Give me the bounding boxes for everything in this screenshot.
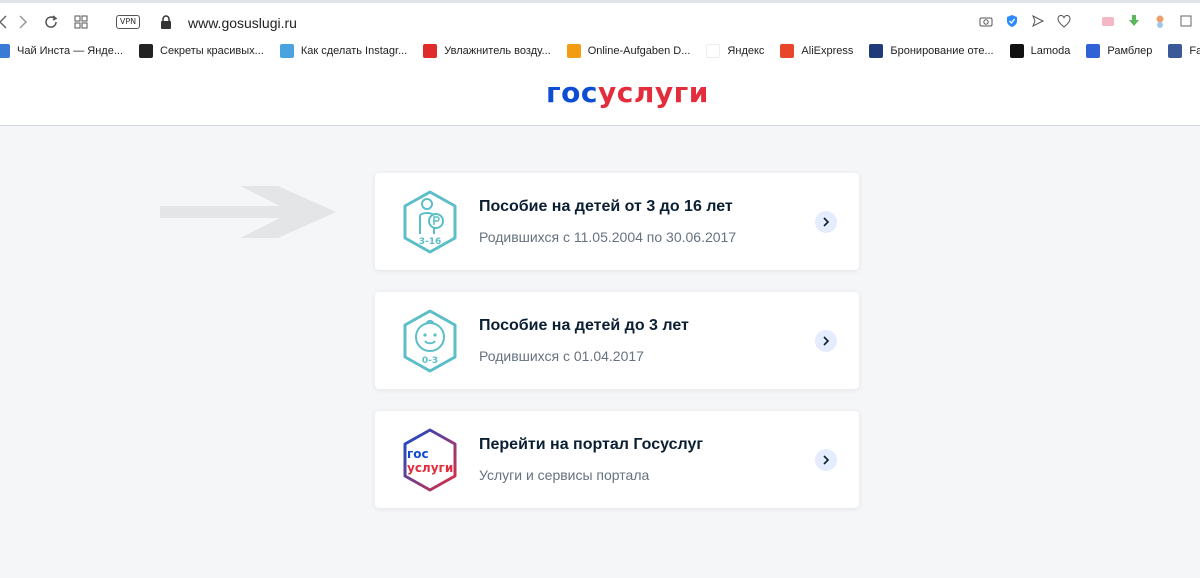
- gosuslugi-logo-icon: гос услуги: [397, 427, 463, 493]
- send-icon[interactable]: [1030, 13, 1046, 29]
- bookmark-label: Увлажнитель возду...: [444, 45, 551, 57]
- card-title: Пособие на детей от 3 до 16 лет: [479, 198, 733, 215]
- card-title: Пособие на детей до 3 лет: [479, 317, 689, 334]
- child-ruble-icon: 3-16: [397, 189, 463, 255]
- bookmark-favicon-icon: [869, 44, 884, 58]
- shield-icon[interactable]: [1004, 13, 1020, 29]
- bookmark-favicon-icon: [139, 44, 153, 58]
- bookmark-favicon-icon: [279, 44, 294, 58]
- bookmark-item[interactable]: Faceboo: [1168, 44, 1200, 58]
- bookmark-item[interactable]: Бронирование оте...: [869, 44, 994, 58]
- logo-part-uslugi: услуги: [597, 76, 709, 109]
- bookmark-label: Яндекс: [727, 45, 765, 57]
- forward-icon[interactable]: [14, 13, 32, 31]
- card-benefit-0-3[interactable]: 0-3 Пособие на детей до 3 лет Родившихся…: [375, 292, 859, 389]
- camera-icon[interactable]: [978, 13, 994, 29]
- chevron-right-icon[interactable]: [815, 449, 837, 471]
- bookmark-label: Lamoda: [1030, 45, 1071, 57]
- reload-icon[interactable]: [42, 13, 60, 31]
- bookmark-label: Секреты красивых...: [160, 45, 264, 57]
- bookmark-favicon-icon: [1009, 44, 1024, 58]
- card-portal-link[interactable]: гос услуги Перейти на портал Госуслуг Ус…: [375, 411, 859, 508]
- pointer-arrow-icon: [160, 184, 338, 245]
- card-subtitle: Услуги и сервисы портала: [479, 467, 650, 483]
- bookmark-favicon-icon: [566, 44, 581, 58]
- site-header: госуслуги: [0, 62, 1200, 126]
- card-benefit-3-16[interactable]: 3-16 Пособие на детей от 3 до 16 лет Род…: [375, 173, 859, 270]
- bookmark-label: Чай Инста — Яндe...: [17, 45, 123, 57]
- bookmarks-bar: Чай Инста — Яндe... Секреты красивых... Ка…: [0, 40, 1200, 62]
- bookmark-favicon-icon: [706, 44, 721, 58]
- bookmark-item[interactable]: Чай Инста — Яндe...: [0, 44, 123, 58]
- bookmark-label: Faceboo: [1189, 45, 1200, 57]
- card-subtitle: Родившихся с 11.05.2004 по 30.06.2017: [479, 229, 737, 245]
- bookmark-label: AliExpress: [801, 45, 854, 57]
- bookmark-label: Как сделать Instagr...: [300, 45, 408, 57]
- bookmark-item[interactable]: Online-Aufgaben D...: [566, 44, 691, 58]
- separator: [1082, 13, 1090, 29]
- card-subtitle: Родившихся с 01.04.2017: [479, 348, 644, 364]
- chevron-right-icon[interactable]: [815, 211, 837, 233]
- card-icon-text: 0-3: [422, 356, 438, 366]
- bookmark-favicon-icon: [0, 44, 10, 58]
- logo-part-gos: гос: [546, 76, 598, 109]
- lock-icon: [160, 15, 172, 29]
- menu-icon[interactable]: [1178, 13, 1194, 29]
- bookmark-item[interactable]: Яндекс: [706, 44, 764, 58]
- bookmark-label: Бронирование оте...: [890, 45, 994, 57]
- bookmark-favicon-icon: [1168, 44, 1183, 58]
- tabs-grid-icon[interactable]: [72, 13, 90, 31]
- bookmark-favicon-icon: [423, 44, 438, 58]
- card-icon-text: 3-16: [419, 237, 442, 247]
- heart-icon[interactable]: [1056, 13, 1072, 29]
- address-bar[interactable]: www.gosuslugi.ru: [188, 15, 297, 31]
- bookmark-label: Online-Aufgaben D...: [587, 45, 691, 57]
- bookmark-item[interactable]: Как сделать Instagr...: [279, 44, 408, 58]
- bookmark-favicon-icon: [780, 44, 795, 58]
- bookmark-label: Рамблер: [1107, 45, 1153, 57]
- card-title: Перейти на портал Госуслуг: [479, 436, 704, 453]
- chevron-right-icon[interactable]: [815, 330, 837, 352]
- download-icon[interactable]: [1126, 13, 1142, 29]
- browser-toolbar: VPN www.gosuslugi.ru: [0, 0, 1200, 40]
- bookmark-item[interactable]: Рамблер: [1086, 44, 1152, 58]
- baby-face-icon: 0-3: [397, 308, 463, 374]
- icon-text-uslugi: услуги: [407, 461, 453, 475]
- extension-icon[interactable]: [1100, 13, 1116, 29]
- profile-extension-icon[interactable]: [1152, 13, 1168, 29]
- gosuslugi-logo[interactable]: госуслуги: [546, 76, 709, 109]
- bookmark-item[interactable]: Увлажнитель возду...: [423, 44, 551, 58]
- bookmark-item[interactable]: Lamoda: [1009, 44, 1071, 58]
- back-icon[interactable]: [0, 13, 12, 31]
- vpn-button[interactable]: VPN: [116, 15, 140, 29]
- bookmark-favicon-icon: [1086, 44, 1101, 58]
- icon-text-gos: гос: [407, 447, 429, 461]
- bookmark-item[interactable]: Секреты красивых...: [139, 44, 264, 58]
- bookmark-item[interactable]: AliExpress: [780, 44, 853, 58]
